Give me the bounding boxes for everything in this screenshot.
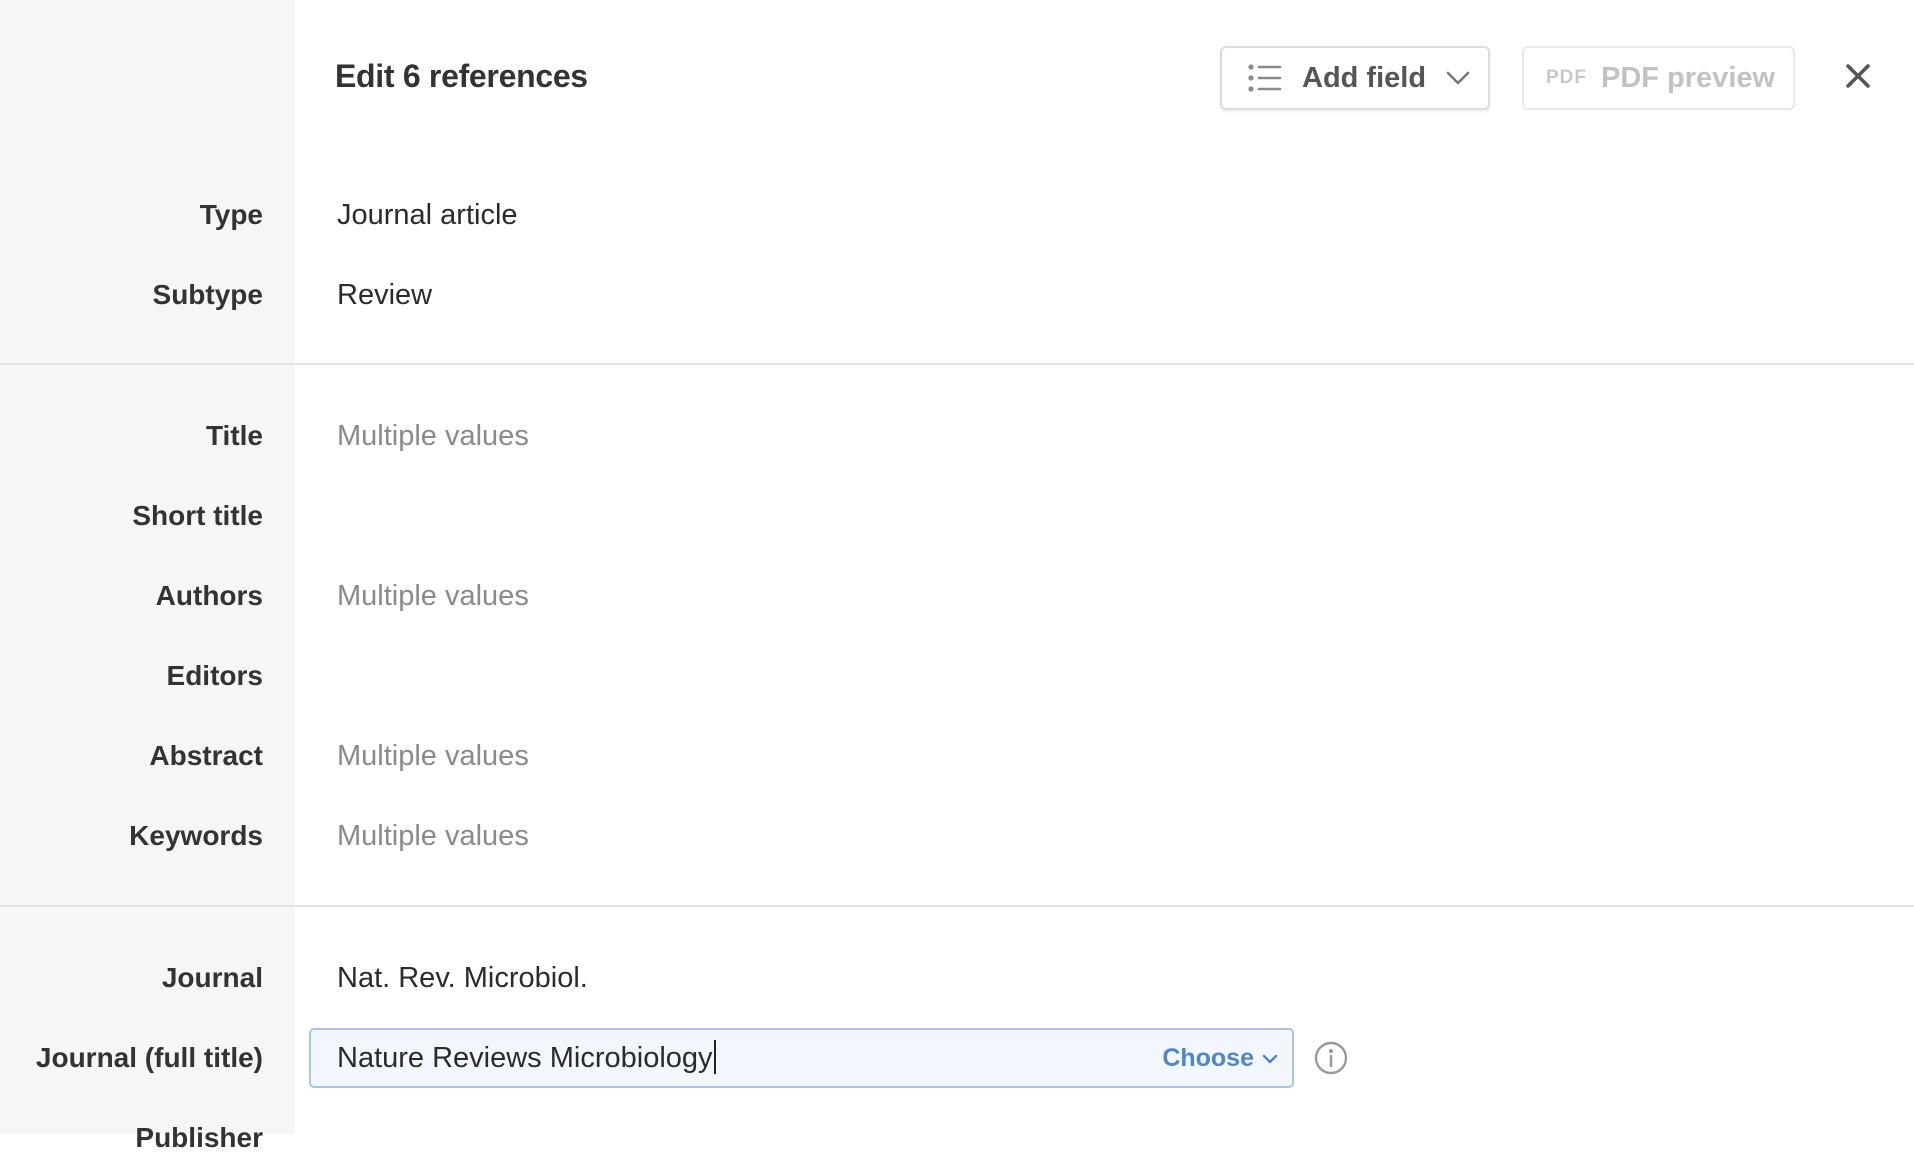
field-label-editors: Editors [166,660,263,691]
list-icon [1248,63,1282,93]
field-row-journal: Journal Nat. Rev. Microbiol. [0,958,1914,998]
field-label-journal-full: Journal (full title) [35,1042,263,1073]
field-row-keywords: Keywords Multiple values [0,816,1914,856]
field-row-short-title: Short title [0,496,1914,536]
text-caret [713,1040,716,1075]
field-value-authors[interactable]: Multiple values [337,576,529,616]
choose-label: Choose [1162,1044,1254,1072]
field-value-subtype[interactable]: Review [337,275,432,315]
field-label-title: Title [205,420,263,451]
field-label-journal: Journal [161,962,263,993]
field-row-title: Title Multiple values [0,416,1914,456]
field-label-subtype: Subtype [152,279,263,310]
add-field-label: Add field [1302,61,1427,94]
pdf-icon: PDF [1546,67,1587,88]
field-label-publisher: Publisher [135,1122,263,1153]
field-value-title[interactable]: Multiple values [337,416,529,456]
section-divider [0,905,1914,907]
field-row-editors: Editors [0,656,1914,696]
field-row-subtype: Subtype Review [0,275,1914,315]
field-label-short-title: Short title [132,500,263,531]
pdf-preview-label: PDF preview [1601,61,1776,94]
pdf-preview-button[interactable]: PDF PDF preview [1522,46,1795,110]
field-value-abstract[interactable]: Multiple values [337,736,529,776]
journal-full-title-text: Nature Reviews Microbiology [337,1038,716,1078]
page-title: Edit 6 references [335,58,588,94]
close-button[interactable] [1842,62,1874,94]
field-label-type: Type [199,199,263,230]
field-value-keywords[interactable]: Multiple values [337,816,529,856]
field-value-journal[interactable]: Nat. Rev. Microbiol. [337,958,588,998]
field-label-authors: Authors [155,580,263,611]
close-icon [1845,63,1871,94]
field-label-abstract: Abstract [149,740,263,771]
journal-full-title-input[interactable]: Nature Reviews Microbiology Choose [309,1028,1294,1088]
info-icon[interactable] [1314,1041,1348,1075]
chevron-down-icon [1262,1054,1278,1064]
field-value-type[interactable]: Journal article [337,195,518,235]
section-divider [0,363,1914,365]
field-row-abstract: Abstract Multiple values [0,736,1914,776]
add-field-button[interactable]: Add field [1220,46,1490,110]
field-row-type: Type Journal article [0,195,1914,235]
choose-dropdown[interactable]: Choose [1162,1044,1278,1073]
field-row-authors: Authors Multiple values [0,576,1914,616]
chevron-down-icon [1446,71,1470,85]
field-label-keywords: Keywords [129,820,263,851]
